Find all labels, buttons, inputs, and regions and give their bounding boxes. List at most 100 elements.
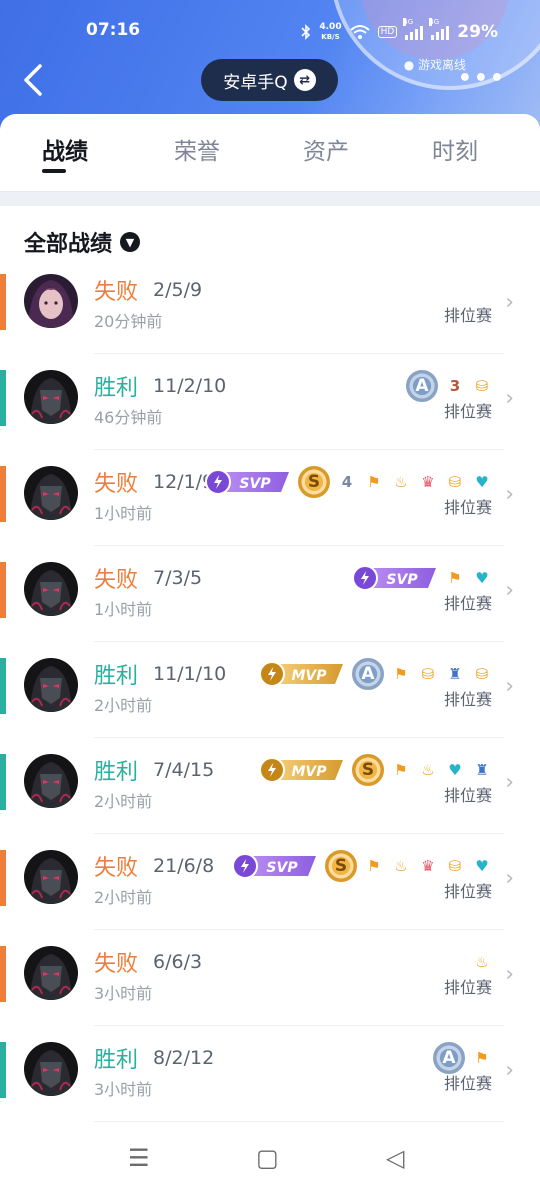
match-result: 胜利 xyxy=(94,376,139,401)
row-divider xyxy=(94,545,504,546)
s-rank-medal: S xyxy=(298,466,330,498)
hero-avatar xyxy=(24,754,78,808)
crown-icon: ♛ xyxy=(421,473,435,491)
bluetooth-icon xyxy=(301,24,311,40)
match-kda: 21/6/8 xyxy=(153,855,215,877)
result-indicator xyxy=(0,754,6,810)
fire-icon: ♨ xyxy=(394,473,408,491)
chevron-right-icon: › xyxy=(505,290,514,315)
match-row[interactable]: 胜利 11/2/10 46分钟前 排位赛 › A 3 ⛁ xyxy=(0,370,540,466)
match-row[interactable]: 失败 7/3/5 1小时前 排位赛 › SVP ⚑ ♥ xyxy=(0,562,540,658)
tab-record[interactable]: 战绩 xyxy=(42,132,88,166)
result-indicator xyxy=(0,946,6,1002)
match-result: 失败 xyxy=(94,856,139,881)
mvp-label: MVP xyxy=(291,764,327,780)
row-divider xyxy=(94,833,504,834)
match-result: 失败 xyxy=(94,952,139,977)
svp-badge: SVP xyxy=(232,853,316,879)
match-badges: SVP S 4 ⚑ ♨ ♛ ⛁ ♥ xyxy=(203,464,492,500)
swap-icon: ⇄ xyxy=(293,69,316,91)
match-result: 胜利 xyxy=(94,664,139,689)
tab-assets[interactable]: 资产 xyxy=(303,132,349,166)
result-indicator xyxy=(0,1042,6,1098)
hero-avatar xyxy=(24,658,78,712)
heart-plus-icon: ♥ xyxy=(475,857,489,875)
back-triangle-icon[interactable]: ◁ xyxy=(386,1144,404,1172)
chevron-down-icon: ▼ xyxy=(120,232,141,252)
match-badges: A 3 ⛁ xyxy=(406,368,492,404)
tab-bar: 战绩 荣誉 资产 时刻 xyxy=(0,114,540,192)
fire-icon: ♨ xyxy=(475,953,489,971)
tab-honor[interactable]: 荣誉 xyxy=(174,132,220,166)
match-time: 2小时前 xyxy=(94,792,153,811)
hero-avatar xyxy=(24,562,78,616)
match-time: 46分钟前 xyxy=(94,408,163,427)
match-time: 2小时前 xyxy=(94,696,153,715)
signal-tag-2: 4G xyxy=(429,18,440,26)
home-icon[interactable]: ▢ xyxy=(256,1144,279,1172)
chevron-right-icon: › xyxy=(505,482,514,507)
signal-icon: 4G xyxy=(403,18,424,40)
match-row[interactable]: 失败 12/1/9 1小时前 排位赛 › SVP S 4 ⚑ ♨ ♛ ⛁ ♥ xyxy=(0,466,540,562)
chevron-right-icon: › xyxy=(505,674,514,699)
flag-icon: ⚑ xyxy=(394,665,408,683)
hero-avatar xyxy=(24,850,78,904)
match-row[interactable]: 失败 2/5/9 20分钟前 排位赛 › xyxy=(0,274,540,370)
match-kda: 8/2/12 xyxy=(153,1047,215,1069)
match-row[interactable]: 胜利 11/1/10 2小时前 排位赛 › MVP A ⚑ ⛁ ♜ ⛁ xyxy=(0,658,540,754)
match-time: 2小时前 xyxy=(94,888,153,907)
flag-icon: ⚑ xyxy=(448,569,462,587)
match-result: 胜利 xyxy=(94,760,139,785)
menu-icon[interactable]: ☰ xyxy=(128,1144,150,1172)
mvp-badge: MVP xyxy=(259,757,343,783)
svp-label: SVP xyxy=(266,860,298,876)
account-switcher[interactable]: 安卓手Q ⇄ xyxy=(201,59,338,101)
game-status: ● 游戏离线 xyxy=(403,58,466,72)
chevron-right-icon: › xyxy=(505,866,514,891)
match-kda: 7/3/5 xyxy=(153,567,203,589)
match-badges: SVP ⚑ ♥ xyxy=(350,560,492,596)
speed-value: 4.00 xyxy=(319,22,342,32)
hero-avatar xyxy=(24,370,78,424)
wifi-icon xyxy=(349,25,370,39)
result-indicator xyxy=(0,274,6,330)
match-time: 20分钟前 xyxy=(94,312,163,331)
triple-kill-icon: 3 xyxy=(449,377,461,395)
more-icon[interactable]: ••• xyxy=(458,66,506,91)
flag-icon: ⚑ xyxy=(367,473,381,491)
s-rank-medal: S xyxy=(352,754,384,786)
result-indicator xyxy=(0,370,6,426)
result-indicator xyxy=(0,850,6,906)
heart-plus-icon: ♥ xyxy=(475,473,489,491)
match-badges: MVP A ⚑ ⛁ ♜ ⛁ xyxy=(257,656,492,692)
filter-label: 全部战绩 xyxy=(24,232,113,257)
heart-plus-icon: ♥ xyxy=(448,761,462,779)
quadra-kill-icon: 4 xyxy=(341,473,353,491)
back-arrow-icon[interactable] xyxy=(18,62,52,98)
match-row[interactable]: 胜利 7/4/15 2小时前 排位赛 › MVP S ⚑ ♨ ♥ ♜ xyxy=(0,754,540,850)
record-filter[interactable]: 全部战绩 ▼ xyxy=(24,226,141,258)
row-divider xyxy=(94,737,504,738)
a-rank-medal: A xyxy=(433,1042,465,1074)
match-kda: 11/2/10 xyxy=(153,375,227,397)
tower-icon: ♜ xyxy=(448,665,462,683)
match-row[interactable]: 失败 6/6/3 3小时前 排位赛 › ♨ xyxy=(0,946,540,1042)
match-result: 胜利 xyxy=(94,1048,139,1073)
tower-icon: ♜ xyxy=(475,761,489,779)
mvp-label: MVP xyxy=(291,668,327,684)
crown-icon: ♛ xyxy=(421,857,435,875)
coins-icon: ⛁ xyxy=(421,665,435,683)
match-badges: MVP S ⚑ ♨ ♥ ♜ xyxy=(257,752,492,788)
hero-avatar xyxy=(24,274,78,328)
match-row[interactable]: 失败 21/6/8 2小时前 排位赛 › SVP S ⚑ ♨ ♛ ⛁ ♥ xyxy=(0,850,540,946)
chevron-right-icon: › xyxy=(505,578,514,603)
tab-moments[interactable]: 时刻 xyxy=(432,132,478,166)
fire-icon: ♨ xyxy=(394,857,408,875)
account-name: 安卓手Q xyxy=(223,72,288,93)
row-divider xyxy=(94,449,504,450)
match-time: 1小时前 xyxy=(94,600,153,619)
match-kda: 6/6/3 xyxy=(153,951,203,973)
row-divider xyxy=(94,353,504,354)
svp-label: SVP xyxy=(386,572,418,588)
status-time: 07:16 xyxy=(86,20,141,40)
